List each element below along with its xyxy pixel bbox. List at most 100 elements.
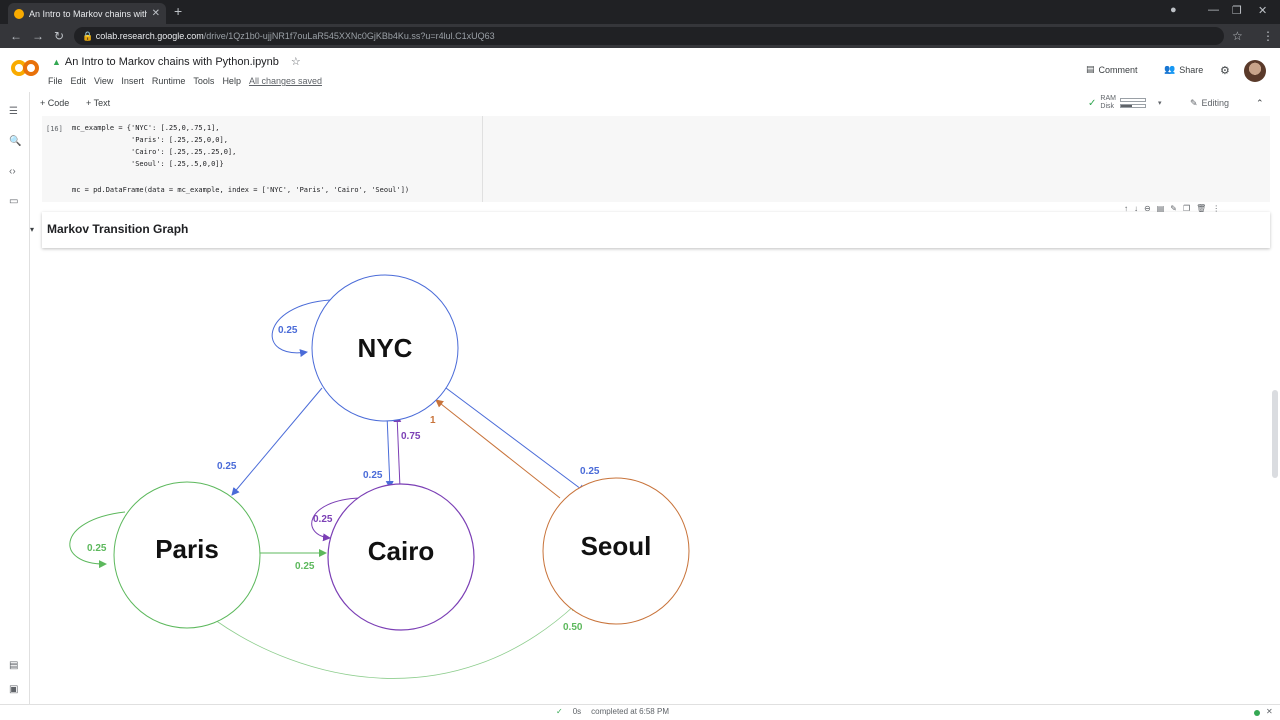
search-icon[interactable]: 🔍 [9, 136, 21, 147]
node-label-paris: Paris [155, 534, 219, 564]
lock-icon: 🔒 [82, 31, 96, 41]
disk-label: Disk [1100, 103, 1115, 110]
code-line: 'Paris': [.25,.25,0,0], [72, 136, 228, 144]
code-line: mc_example = {'NYC': [.25,0,.75,1], [72, 124, 220, 132]
close-window-icon[interactable]: ✕ [1258, 4, 1267, 17]
edge-label: 0.50 [563, 622, 583, 633]
command-palette-icon[interactable]: ▤ [9, 660, 18, 671]
node-label-nyc: NYC [358, 333, 413, 363]
connection-status-dot [1254, 710, 1260, 716]
edge-nyc-paris [231, 387, 323, 496]
status-text: completed at 6:58 PM [591, 707, 669, 716]
left-sidebar: ☰ 🔍 ‹› ▭ ▤ ▣ [0, 92, 30, 704]
settings-gear-icon[interactable]: ⚙ [1220, 64, 1230, 77]
browser-menu-icon[interactable]: ⋮ [1262, 29, 1274, 43]
pencil-icon: ✎ [1190, 98, 1198, 108]
colab-logo-icon[interactable] [10, 58, 40, 78]
runtime-dropdown-icon[interactable]: ▾ [1158, 99, 1162, 107]
menu-edit[interactable]: Edit [71, 76, 87, 86]
terminal-icon[interactable]: ▣ [9, 684, 18, 695]
minimize-icon[interactable]: — [1208, 4, 1219, 16]
menu-bar: File Edit View Insert Runtime Tools Help… [48, 76, 322, 86]
edge-label: 0.75 [401, 431, 421, 442]
drive-icon: ▲ [52, 56, 61, 67]
edge-label: 0.25 [295, 561, 315, 572]
ram-label: RAM [1100, 95, 1116, 102]
maximize-icon[interactable]: ❐ [1232, 4, 1242, 17]
status-check-icon: ✓ [556, 707, 563, 716]
markov-transition-graph: NYC Paris Cairo Seoul 0.25 0.25 0.25 0.2… [69, 274, 690, 679]
close-status-icon[interactable]: ✕ [1266, 707, 1273, 716]
menu-file[interactable]: File [48, 76, 63, 86]
saved-status[interactable]: All changes saved [249, 76, 322, 86]
url-input[interactable]: 🔒 colab.research.google.com/drive/1Qz1b0… [74, 27, 1224, 45]
back-icon[interactable]: ← [10, 29, 22, 43]
menu-runtime[interactable]: Runtime [152, 76, 186, 86]
edge-nyc-seoul [445, 387, 586, 493]
collapse-section-icon[interactable]: ▾ [30, 225, 34, 234]
node-label-seoul: Seoul [581, 531, 652, 561]
colab-header: ▲ An Intro to Markov chains with Python.… [0, 48, 1280, 92]
star-icon[interactable]: ☆ [291, 55, 301, 68]
text-cell[interactable] [42, 212, 1270, 248]
connected-check-icon: ✓ [1088, 97, 1097, 109]
editing-mode-button[interactable]: ✎ Editing [1190, 98, 1229, 109]
colab-favicon-icon [14, 8, 24, 19]
status-bar: ✓ 0s completed at 6:58 PM ✕ [0, 704, 1280, 720]
edge-label: 0.25 [217, 461, 237, 472]
url-host: colab.research.google.com [95, 31, 204, 41]
edge-label: 0.25 [313, 514, 333, 525]
close-tab-icon[interactable]: ✕ [152, 8, 160, 19]
add-text-button[interactable]: + Text [86, 98, 110, 108]
editing-label: Editing [1201, 98, 1230, 108]
notebook-title[interactable]: An Intro to Markov chains with Python.ip… [65, 56, 279, 68]
share-button[interactable]: 👥 Share [1164, 64, 1203, 75]
browser-tab[interactable]: An Intro to Markov chains with P ✕ [8, 3, 166, 24]
menu-view[interactable]: View [94, 76, 113, 86]
execution-count: [16] [46, 125, 63, 133]
menu-help[interactable]: Help [222, 76, 241, 86]
execution-duration: 0s [572, 707, 582, 716]
files-folder-icon[interactable]: ▭ [9, 196, 18, 207]
code-snippets-icon[interactable]: ‹› [9, 166, 16, 177]
comment-button[interactable]: ▤ Comment [1086, 64, 1138, 75]
edge-label: 0.25 [87, 543, 107, 554]
section-heading: Markov Transition Graph [47, 222, 189, 236]
profile-icon[interactable]: ● [1170, 4, 1177, 16]
ram-disk-indicator[interactable]: ✓ RAM Disk ▾ [1088, 95, 1161, 111]
edge-seoul-nyc [435, 399, 561, 499]
notebook-toolbar: + Code + Text ✓ RAM Disk ▾ ✎ Editing ⌃ [30, 94, 1280, 114]
disk-bar [1119, 104, 1146, 108]
edge-nyc-cairo [385, 414, 394, 489]
code-line: 'Seoul': [.25,.5,0,0]} [72, 160, 224, 168]
avatar[interactable] [1244, 60, 1266, 82]
code-cell[interactable]: [16] mc_example = {'NYC': [.25,0,.75,1],… [42, 116, 1270, 202]
url-path: /drive/1Qz1b0-ujjNR1f7ouLaR545XXNc0GjKBb… [203, 31, 495, 41]
collapse-header-icon[interactable]: ⌃ [1256, 98, 1264, 109]
edge-label: 1 [430, 415, 436, 426]
comment-icon: ▤ [1086, 64, 1095, 74]
edge-label: 0.25 [278, 325, 298, 336]
edge-label: 0.25 [580, 466, 600, 477]
edge-cairo-nyc [393, 414, 402, 489]
comment-label: Comment [1098, 64, 1138, 75]
code-ruler [482, 116, 483, 202]
add-code-button[interactable]: + Code [40, 98, 69, 108]
node-label-cairo: Cairo [368, 536, 434, 566]
reload-icon[interactable]: ↻ [54, 29, 64, 43]
new-tab-icon[interactable]: + [174, 3, 182, 19]
bookmark-star-icon[interactable]: ☆ [1232, 29, 1243, 43]
edge-label: 0.25 [363, 470, 383, 481]
tab-title: An Intro to Markov chains with P [29, 8, 147, 19]
menu-tools[interactable]: Tools [193, 76, 214, 86]
menu-insert[interactable]: Insert [121, 76, 144, 86]
browser-tab-bar: An Intro to Markov chains with P ✕ + ● —… [0, 0, 1280, 24]
code-line: mc = pd.DataFrame(data = mc_example, ind… [72, 186, 410, 194]
code-line: 'Cairo': [.25,.25,.25,0], [72, 148, 237, 156]
scrollbar[interactable] [1272, 390, 1278, 478]
ram-bar [1119, 98, 1146, 102]
forward-icon[interactable]: → [32, 29, 44, 43]
share-people-icon: 👥 [1164, 64, 1176, 74]
share-label: Share [1179, 64, 1204, 75]
table-of-contents-icon[interactable]: ☰ [9, 106, 18, 117]
